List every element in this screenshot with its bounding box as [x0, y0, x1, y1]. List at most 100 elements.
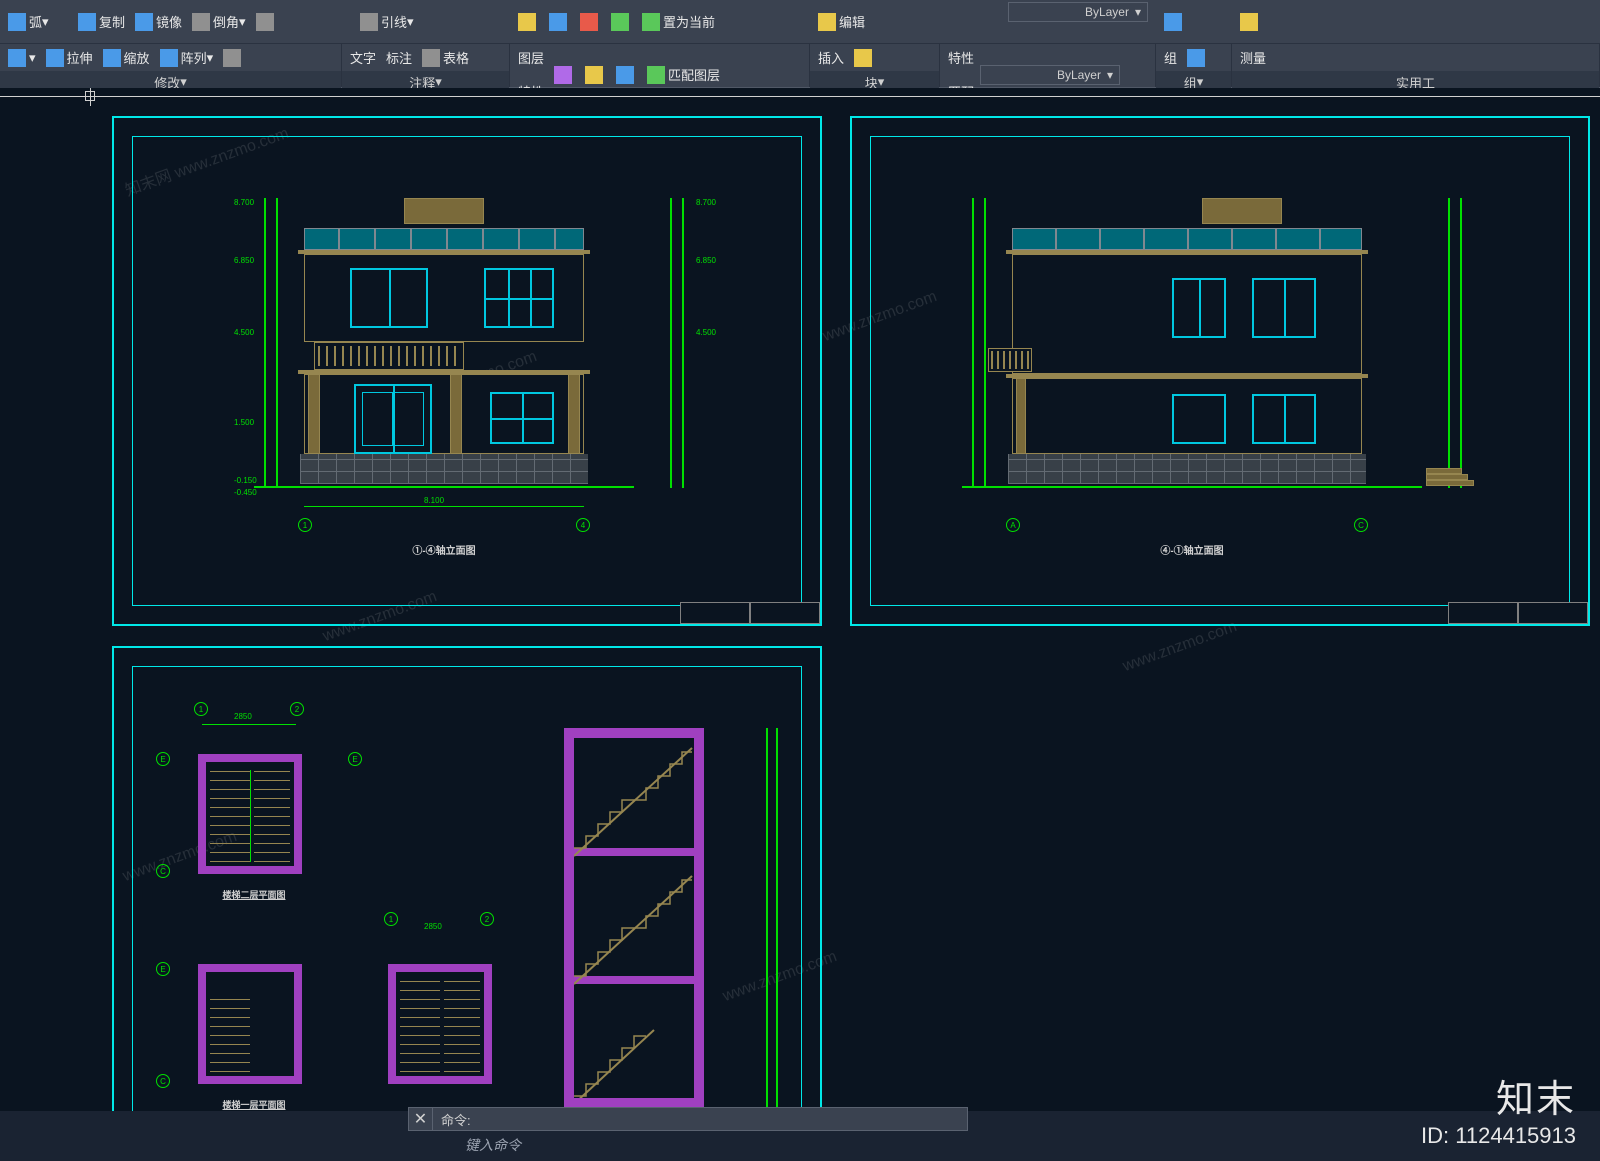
dim-text: 8.700 — [234, 198, 254, 207]
text-large-button[interactable]: 文字 — [346, 46, 380, 69]
cmdline-prompt: 命令: — [433, 1110, 479, 1129]
mirror-button[interactable]: 镜像 — [131, 10, 186, 33]
watermark-id: ID: 1124415913 — [1421, 1123, 1576, 1149]
wall — [198, 964, 302, 972]
stair-plan-2f: 2850 1 2 E C E 楼梯二层平面图 — [174, 738, 344, 908]
column-right — [568, 374, 580, 454]
dim-line — [670, 198, 672, 488]
measure-icon — [1240, 13, 1258, 31]
roof-tower — [1202, 198, 1282, 224]
extra-mod-button[interactable] — [219, 47, 248, 69]
group-top-button[interactable] — [1160, 11, 1189, 33]
side-balcony — [988, 348, 1032, 372]
wall — [388, 1076, 492, 1084]
layer-freeze-icon — [549, 13, 567, 31]
dim-line — [984, 198, 986, 488]
scale-button[interactable]: 缩放 — [99, 46, 154, 69]
table-icon — [422, 49, 440, 67]
stair-section: 楼梯1-1剖面图 — [554, 728, 754, 1111]
layer-icon-2[interactable] — [545, 11, 574, 33]
watermark-brand: 知末 — [1421, 1068, 1576, 1123]
grid-bubble: E — [156, 962, 170, 976]
arc-button[interactable]: 弧 ▾ — [4, 10, 53, 33]
offset-icon — [256, 13, 274, 31]
layer-state-3[interactable] — [612, 64, 641, 86]
drawing-title: 楼梯一层平面图 — [194, 1098, 314, 1111]
window-1f — [1172, 394, 1226, 444]
window-2f-left — [350, 268, 428, 328]
stair-flight — [400, 980, 440, 1072]
layer-icon-3[interactable] — [576, 11, 605, 33]
command-line[interactable]: ✕ 命令: — [408, 1107, 968, 1131]
mod-icon — [223, 49, 241, 67]
window-2f-2 — [1252, 278, 1316, 338]
section-wall-right — [694, 728, 704, 1108]
dim-line — [276, 198, 278, 488]
dim-line — [972, 198, 974, 488]
layer-icon-1[interactable] — [514, 11, 543, 33]
leader-button[interactable]: 引线 ▾ — [356, 10, 418, 33]
linetype-dropdown[interactable]: ByLayer — [980, 65, 1120, 85]
edit-icon — [818, 13, 836, 31]
insert-large-button[interactable]: 插入 — [814, 46, 848, 69]
layer-bulb-icon — [518, 13, 536, 31]
stretch-button[interactable]: 拉伸 — [42, 46, 97, 69]
grid-bubble: A — [1006, 518, 1020, 532]
rect-dropdown[interactable]: ▾ — [4, 47, 40, 69]
array-icon — [160, 49, 178, 67]
measure-large-button[interactable]: 测量 — [1236, 46, 1270, 69]
set-current-button[interactable]: 置为当前 — [638, 10, 719, 33]
tb-cell — [750, 602, 820, 624]
grid-bubble: C — [156, 864, 170, 878]
color-dropdown[interactable]: ByLayer — [1008, 2, 1148, 22]
cmdline-hint: 键入命令 — [465, 1135, 521, 1155]
drawing-title: ④-①轴立面图 — [1132, 542, 1252, 557]
dim-text: 8.100 — [424, 496, 444, 505]
layer-state-2[interactable] — [581, 64, 610, 86]
table-button[interactable]: 表格 — [418, 46, 473, 69]
drawing-frame-2: A C ④-①轴立面图 — [850, 116, 1590, 626]
rect-icon — [8, 49, 26, 67]
tb-cell — [1518, 602, 1588, 624]
layerprev-icon — [616, 66, 634, 84]
window-2f — [1172, 278, 1226, 338]
layeriso-icon — [585, 66, 603, 84]
wall — [198, 964, 206, 1084]
grid-bubble: 4 — [576, 518, 590, 532]
measure-top-button[interactable] — [1236, 11, 1265, 33]
title-block — [1448, 602, 1588, 624]
layer-state-1[interactable] — [550, 64, 579, 86]
stair-plan-1f-a: E C 楼梯一层平面图 — [174, 948, 344, 1111]
group-large-button[interactable]: 组 — [1160, 46, 1181, 69]
grid-bubble: C — [1354, 518, 1368, 532]
text-panel-large[interactable] — [346, 20, 354, 24]
array-button[interactable]: 阵列 ▾ — [156, 46, 218, 69]
crosshair-horizontal — [0, 96, 1600, 97]
stair-flight — [210, 998, 250, 1072]
fillet-button[interactable]: 倒角 ▾ — [188, 10, 250, 33]
wall — [388, 964, 492, 972]
edit-button-top[interactable]: 编辑 — [814, 10, 869, 33]
watermark-text: www.znzmo.com — [1121, 618, 1240, 676]
dim-text: 2850 — [424, 922, 442, 931]
dim-line — [776, 728, 778, 1108]
dim-text: 1.500 — [234, 418, 254, 427]
stair-section-svg — [574, 738, 694, 1098]
wall — [198, 866, 302, 874]
block-edit-button[interactable] — [850, 47, 879, 69]
layer-icon-4[interactable] — [607, 11, 636, 33]
ungroup-button[interactable] — [1183, 47, 1212, 69]
drawing-canvas[interactable]: 知末网 www.znzmo.com www.znzmo.com www.znzm… — [0, 88, 1600, 1111]
cmdline-close-button[interactable]: ✕ — [409, 1108, 433, 1130]
leader-icon — [360, 13, 378, 31]
copy-button[interactable]: 复制 — [74, 10, 129, 33]
slab-roof — [564, 728, 704, 738]
dim-large-button[interactable]: 标注 — [382, 46, 416, 69]
window-1f-right — [490, 392, 554, 444]
match-layer-button[interactable]: 匹配图层 — [643, 63, 724, 86]
dim-text: 4.500 — [696, 328, 716, 337]
offset-button[interactable] — [252, 11, 281, 33]
stair-flight — [210, 770, 250, 862]
dim-line — [264, 198, 266, 488]
watermark-overlay: 知末 ID: 1124415913 — [1421, 1068, 1576, 1149]
